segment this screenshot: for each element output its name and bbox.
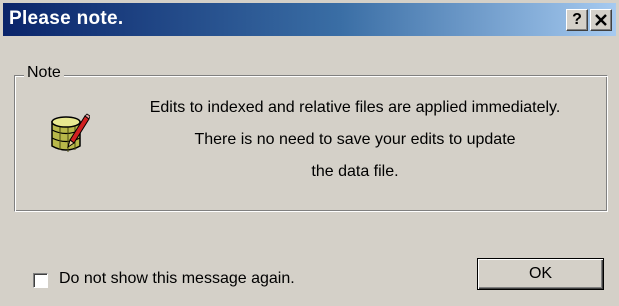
message-line: the data file. bbox=[311, 163, 399, 180]
close-icon bbox=[595, 14, 607, 26]
dialog-window: Please note. ? Note Edits to indexed and… bbox=[0, 0, 619, 306]
dont-show-again-label[interactable]: Do not show this message again. bbox=[59, 270, 295, 288]
note-message: Edits to indexed and relative files are … bbox=[110, 96, 600, 192]
note-group-legend: Note bbox=[24, 64, 64, 82]
message-line: There is no need to save your edits to u… bbox=[194, 131, 516, 148]
message-line: Edits to indexed and relative files are … bbox=[149, 99, 561, 116]
database-edit-icon bbox=[51, 113, 90, 152]
dialog-title: Please note. bbox=[9, 8, 124, 29]
close-button[interactable] bbox=[590, 9, 612, 31]
title-bar[interactable]: Please note. ? bbox=[3, 3, 616, 36]
ok-button[interactable]: OK bbox=[477, 258, 604, 290]
help-button[interactable]: ? bbox=[566, 9, 588, 31]
dont-show-again-checkbox[interactable] bbox=[33, 273, 48, 288]
